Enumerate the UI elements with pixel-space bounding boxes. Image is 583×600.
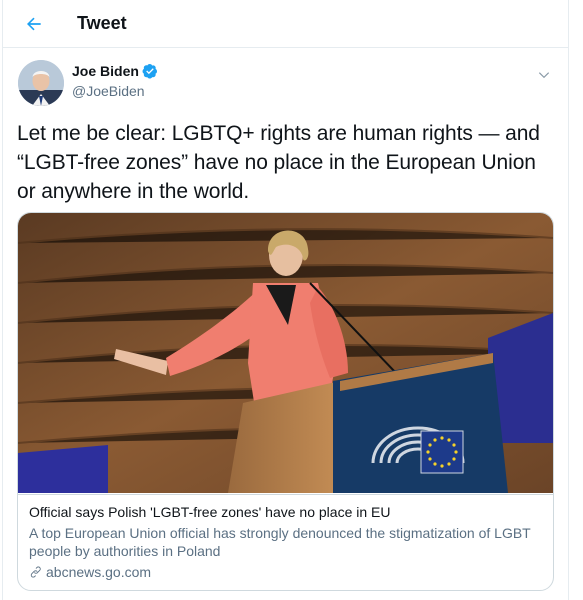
author-handle[interactable]: @JoeBiden — [72, 83, 145, 99]
arrow-left-icon — [27, 17, 41, 30]
author-name[interactable]: Joe Biden — [72, 63, 139, 79]
card-body: Official says Polish 'LGBT-free zones' h… — [18, 494, 553, 580]
avatar[interactable] — [18, 60, 64, 106]
tweet-text: Let me be clear: LGBTQ+ rights are human… — [17, 122, 540, 203]
card-domain-text: abcnews.go.com — [46, 564, 152, 580]
link-icon — [30, 566, 41, 578]
author-name-row: Joe Biden — [72, 63, 158, 79]
page-title: Tweet — [77, 13, 127, 33]
card-image — [18, 213, 553, 493]
tweet-page: Tweet Joe Biden @JoeBiden Let me be clea… — [2, 0, 569, 600]
tweet-header: Joe Biden @JoeBiden — [3, 48, 568, 108]
top-bar: Tweet — [3, 0, 568, 48]
card-description: A top European Union official has strong… — [29, 525, 531, 559]
link-preview-card[interactable]: Official says Polish 'LGBT-free zones' h… — [17, 212, 554, 591]
chevron-down-icon — [538, 72, 550, 79]
back-button[interactable] — [22, 12, 46, 36]
verified-badge-icon — [142, 63, 158, 79]
card-title: Official says Polish 'LGBT-free zones' h… — [29, 504, 391, 520]
card-domain: abcnews.go.com — [29, 564, 151, 580]
more-options-button[interactable] — [534, 65, 554, 85]
